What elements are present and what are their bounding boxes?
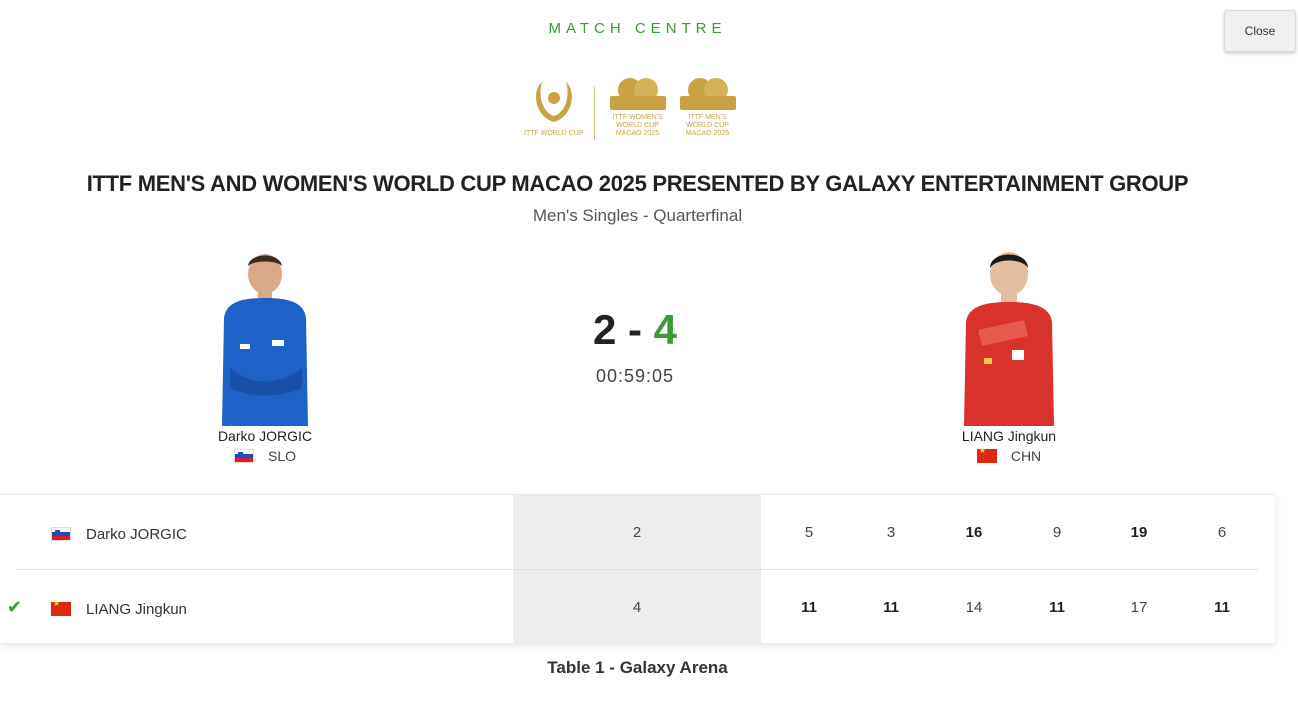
ball-cluster-icon [679,78,736,110]
logo-divider [593,86,595,140]
mens-world-cup-logo: ITTF MEN'S WORLD CUP MACAO 2025 [677,76,739,138]
game-6-points: 6 [1217,524,1227,541]
event-title: ITTF MEN'S AND WOMEN'S WORLD CUP MACAO 2… [86,171,1189,196]
game-3-points: 14 [965,599,983,616]
venue-label: Table 1 - Galaxy Arena [547,658,728,677]
away-player-card[interactable]: LIANG Jingkun CHN [929,246,1089,464]
womens-caption: ITTF WOMEN'S WORLD CUP MACAO 2025 [612,114,663,137]
away-country-code: CHN [1010,448,1042,464]
row-player-name: Darko JORGIC [86,526,187,543]
event-logos: ITTF WORLD CUP ITTF WOMEN'S WORLD CUP MA… [524,76,739,144]
game-2-points: 3 [886,524,896,541]
ittf-world-cup-logo: ITTF WORLD CUP [524,76,584,138]
home-player-country: SLO [185,448,345,464]
home-player-card[interactable]: Darko JORGIC SLO [185,248,345,464]
game-1-points: 5 [804,524,814,541]
game-2-points: 11 [883,599,899,616]
game-5-points: 17 [1130,599,1148,616]
match-score: 2 - 4 [535,306,735,354]
home-score: 2 [592,306,617,353]
event-subtitle: Men's Singles - Quarterfinal [532,206,743,225]
home-player-name: Darko JORGIC [217,428,313,444]
match-duration: 00:59:05 [595,366,675,386]
match-centre-heading: MATCH CENTRE [548,20,727,37]
china-flag-icon [51,602,71,616]
trophy-icon [535,82,572,122]
table-row[interactable]: ✔ LIANG Jingkun 4 11 11 14 11 17 11 [0,570,1275,644]
scoreboard-table: Darko JORGIC 2 5 3 16 9 19 6 ✔ LIANG Jin… [0,494,1275,644]
table-row[interactable]: Darko JORGIC 2 5 3 16 9 19 6 [0,495,1275,569]
close-button[interactable]: Close [1224,10,1296,52]
home-country-code: SLO [267,448,296,464]
game-5-points: 19 [1130,524,1148,541]
winner-check-icon: ✔ [7,597,23,617]
away-player-photo [964,252,1054,426]
away-score: 4 [653,306,678,353]
world-cup-caption: ITTF WORLD CUP [524,130,584,137]
games-won: 4 [632,599,642,616]
slovenia-flag-icon [233,449,254,463]
game-4-points: 11 [1049,599,1065,616]
away-player-country: CHN [929,448,1089,464]
game-6-points: 11 [1214,599,1230,616]
home-player-photo [222,254,308,426]
womens-world-cup-logo: ITTF WOMEN'S WORLD CUP MACAO 2025 [607,76,669,138]
score-separator: - [628,306,642,353]
slovenia-flag-icon [51,527,71,541]
game-1-points: 11 [801,599,817,616]
ball-cluster-icon [609,78,666,110]
game-3-points: 16 [965,524,983,541]
game-4-points: 9 [1052,524,1062,541]
games-won: 2 [632,524,642,541]
china-flag-icon [976,449,997,463]
row-player-name: LIANG Jingkun [86,601,187,618]
away-player-name: LIANG Jingkun [961,428,1057,444]
mens-caption: ITTF MEN'S WORLD CUP MACAO 2025 [685,114,730,137]
